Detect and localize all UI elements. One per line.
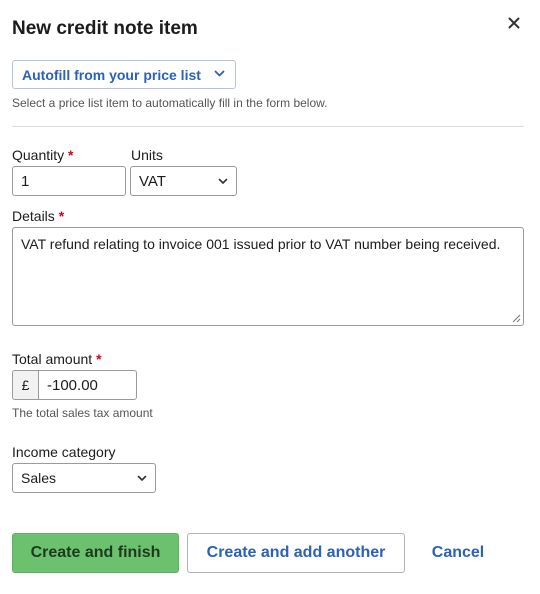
income-category-select[interactable]: Sales	[12, 463, 156, 493]
details-label-text: Details	[12, 208, 55, 224]
total-amount-input[interactable]: -100.00	[38, 370, 137, 400]
create-and-add-another-button[interactable]: Create and add another	[187, 533, 405, 573]
modal-title: New credit note item	[12, 18, 198, 39]
details-label: Details *	[12, 208, 64, 224]
total-amount-label: Total amount *	[12, 351, 102, 367]
required-mark: *	[96, 351, 102, 367]
details-textarea[interactable]: VAT refund relating to invoice 001 issue…	[12, 227, 524, 326]
currency-prefix: £	[12, 370, 38, 400]
autofill-label: Autofill from your price list	[22, 66, 201, 83]
units-selected-value: VAT	[139, 172, 166, 190]
income-category-label: Income category	[12, 444, 116, 460]
cancel-button[interactable]: Cancel	[420, 533, 496, 573]
chevron-down-icon	[137, 475, 147, 481]
income-category-selected-value: Sales	[21, 470, 57, 486]
quantity-input[interactable]	[12, 166, 126, 196]
autofill-hint: Select a price list item to automaticall…	[12, 96, 328, 110]
details-text: VAT refund relating to invoice 001 issue…	[21, 236, 501, 252]
total-amount-label-text: Total amount	[12, 351, 93, 367]
quantity-label-text: Quantity	[12, 147, 65, 163]
divider	[12, 126, 524, 127]
total-amount-hint: The total sales tax amount	[12, 406, 153, 420]
units-select[interactable]: VAT	[130, 166, 237, 196]
close-button[interactable]	[505, 14, 523, 32]
units-label: Units	[131, 147, 163, 163]
total-amount-field: £ -100.00	[12, 370, 137, 400]
required-mark: *	[58, 208, 65, 224]
create-and-finish-button[interactable]: Create and finish	[12, 533, 179, 573]
resize-handle-icon[interactable]	[512, 314, 521, 323]
quantity-label: Quantity *	[12, 147, 73, 163]
required-mark: *	[68, 147, 74, 163]
chevron-down-icon	[214, 70, 225, 77]
credit-note-item-modal: New credit note item Autofill from your …	[0, 0, 540, 594]
chevron-down-icon	[218, 178, 228, 184]
autofill-price-list-button[interactable]: Autofill from your price list	[12, 60, 236, 89]
close-icon	[508, 17, 520, 29]
